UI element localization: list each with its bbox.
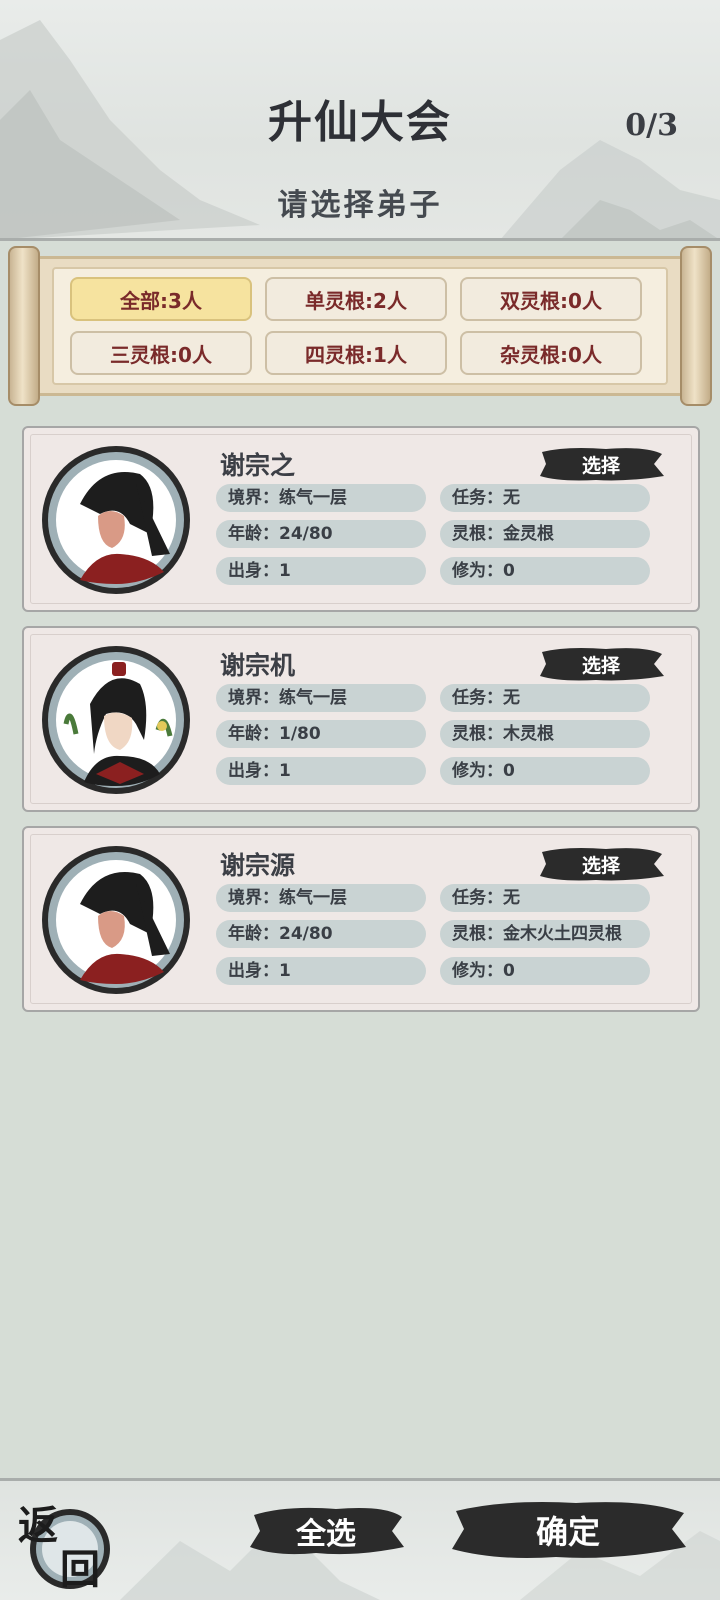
filter-all-button[interactable]: 全部:3人 <box>70 277 252 321</box>
filter-single-root-button[interactable]: 单灵根:2人 <box>265 277 447 321</box>
filter-scroll: 全部:3人 单灵根:2人 双灵根:0人 三灵根:0人 四灵根:1人 杂灵根:0人 <box>8 246 712 406</box>
spirit-root-field: 灵根：木灵根 <box>440 720 650 748</box>
realm-field: 境界：练气一层 <box>216 684 426 712</box>
select-all-button[interactable]: 全选 <box>246 1503 406 1559</box>
spirit-root-field: 灵根：金木火土四灵根 <box>440 920 650 948</box>
back-label-top: 返 <box>18 1502 58 1549</box>
select-button-label: 选择 <box>581 854 620 877</box>
age-field: 年龄：1/80 <box>216 720 426 748</box>
origin-field: 出身：1 <box>216 557 426 585</box>
realm-field: 境界：练气一层 <box>216 484 426 512</box>
select-button-label: 选择 <box>581 654 620 677</box>
confirm-button[interactable]: 确定 <box>446 1497 690 1563</box>
select-button[interactable]: 选择 <box>536 844 666 884</box>
back-button[interactable]: 返 回 <box>16 1499 112 1593</box>
scroll-rod-right <box>680 246 712 406</box>
page-subtitle: 请选择弟子 <box>277 188 443 223</box>
disciple-name: 谢宗源 <box>220 851 296 880</box>
task-field: 任务：无 <box>440 684 650 712</box>
select-button[interactable]: 选择 <box>536 644 666 684</box>
disciple-card: 谢宗之 选择 境界：练气一层 任务：无 年龄：24/80 灵根：金灵根 出身：1… <box>22 426 700 612</box>
task-field: 任务：无 <box>440 884 650 912</box>
select-button-label: 选择 <box>581 454 620 477</box>
disciple-name: 谢宗机 <box>220 651 296 680</box>
spirit-root-field: 灵根：金灵根 <box>440 520 650 548</box>
scroll-paper: 全部:3人 单灵根:2人 双灵根:0人 三灵根:0人 四灵根:1人 杂灵根:0人 <box>40 256 680 396</box>
header-divider <box>0 238 720 241</box>
cultivation-field: 修为：0 <box>440 957 650 985</box>
confirm-label: 确定 <box>535 1513 600 1551</box>
disciple-avatar <box>42 646 190 794</box>
age-field: 年龄：24/80 <box>216 520 426 548</box>
task-field: 任务：无 <box>440 484 650 512</box>
filter-quad-root-button[interactable]: 四灵根:1人 <box>265 331 447 375</box>
disciple-avatar <box>42 446 190 594</box>
origin-field: 出身：1 <box>216 757 426 785</box>
origin-field: 出身：1 <box>216 957 426 985</box>
filter-triple-root-button[interactable]: 三灵根:0人 <box>70 331 252 375</box>
cultivation-field: 修为：0 <box>440 757 650 785</box>
select-all-label: 全选 <box>296 1517 356 1552</box>
disciple-name: 谢宗之 <box>220 451 296 480</box>
back-label-bottom: 回 <box>60 1546 100 1593</box>
filter-mixed-root-button[interactable]: 杂灵根:0人 <box>460 331 642 375</box>
filter-dual-root-button[interactable]: 双灵根:0人 <box>460 277 642 321</box>
cultivation-field: 修为：0 <box>440 557 650 585</box>
disciple-card: 谢宗源 选择 境界：练气一层 任务：无 年龄：24/80 灵根：金木火土四灵根 … <box>22 826 700 1012</box>
age-field: 年龄：24/80 <box>216 920 426 948</box>
header: 升仙大会 0/3 请选择弟子 <box>0 0 720 240</box>
disciple-avatar <box>42 846 190 994</box>
footer-bar: 返 回 全选 确定 <box>0 1481 720 1600</box>
page-title: 升仙大会 <box>268 97 452 148</box>
filter-panel: 全部:3人 单灵根:2人 双灵根:0人 三灵根:0人 四灵根:1人 杂灵根:0人 <box>52 267 668 385</box>
realm-field: 境界：练气一层 <box>216 884 426 912</box>
select-button[interactable]: 选择 <box>536 444 666 484</box>
selection-counter: 0/3 <box>625 108 678 143</box>
scroll-rod-left <box>8 246 40 406</box>
disciple-card: 谢宗机 选择 境界：练气一层 任务：无 年龄：1/80 灵根：木灵根 出身：1 … <box>22 626 700 812</box>
